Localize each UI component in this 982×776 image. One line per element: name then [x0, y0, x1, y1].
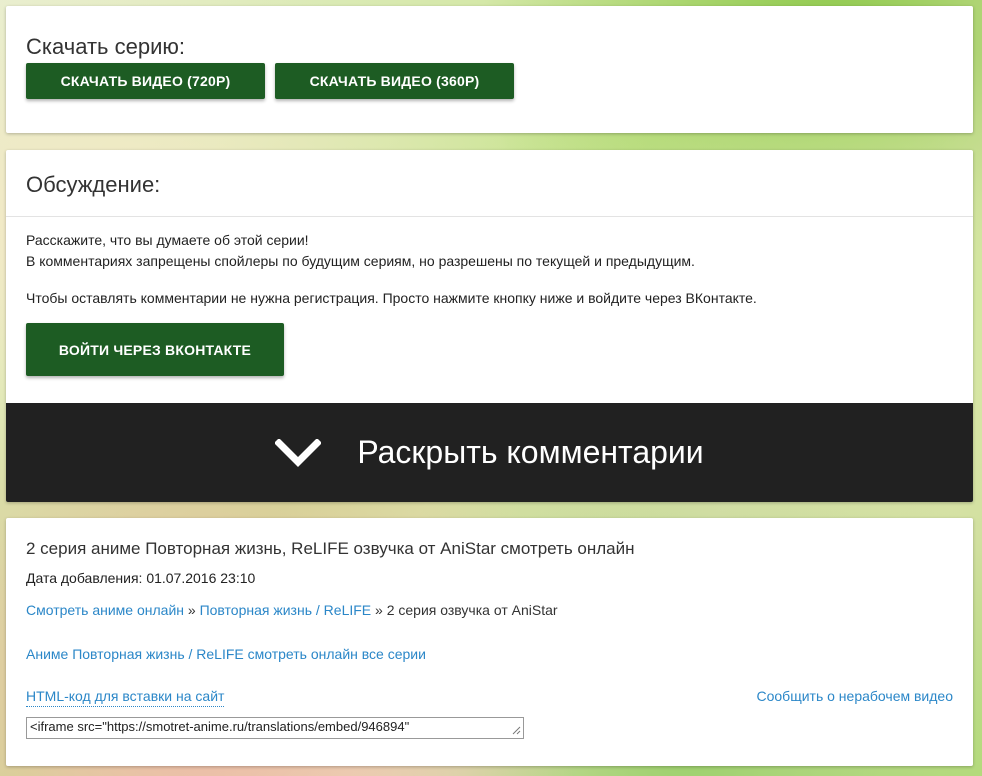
- download-card: Скачать серию: Скачать видео (720p) Скач…: [6, 6, 973, 133]
- episode-info-card: 2 серия аниме Повторная жизнь, ReLIFE оз…: [6, 518, 973, 766]
- vk-login-button[interactable]: Войти через ВКонтакте: [26, 323, 284, 376]
- embed-code-field[interactable]: <iframe src="https://smotret-anime.ru/tr…: [26, 717, 524, 739]
- discussion-title: Обсуждение:: [26, 172, 161, 197]
- episode-title: 2 серия аниме Повторная жизнь, ReLIFE оз…: [26, 539, 635, 558]
- breadcrumb-home-link[interactable]: Смотреть аниме онлайн: [26, 602, 184, 618]
- breadcrumb-separator: »: [187, 602, 196, 618]
- expand-comments-label: Раскрыть комментарии: [357, 434, 704, 470]
- breadcrumb: Смотреть аниме онлайн » Повторная жизнь …: [26, 602, 558, 618]
- expand-comments-bar[interactable]: Раскрыть комментарии: [6, 403, 973, 502]
- html-code-link[interactable]: HTML-код для вставки на сайт: [26, 688, 225, 707]
- breadcrumb-series-link[interactable]: Повторная жизнь / ReLIFE: [200, 602, 372, 618]
- breadcrumb-separator: »: [375, 602, 383, 618]
- discussion-card: Обсуждение: Расскажите, что вы думаете о…: [6, 150, 973, 502]
- added-date: Дата добавления: 01.07.2016 23:10: [26, 570, 256, 586]
- download-720p-button[interactable]: Скачать видео (720p): [26, 63, 265, 99]
- breadcrumb-current: 2 серия озвучка от AniStar: [386, 602, 558, 618]
- download-360p-button[interactable]: Скачать видео (360p): [275, 63, 514, 99]
- discussion-intro-text: Расскажите, что вы думаете об этой серии…: [26, 232, 309, 248]
- download-title: Скачать серию:: [26, 34, 185, 59]
- registration-info-text: Чтобы оставлять комментарии не нужна рег…: [26, 290, 757, 306]
- report-broken-video-link[interactable]: Сообщить о нерабочем видео: [757, 688, 954, 704]
- all-series-link[interactable]: Аниме Повторная жизнь / ReLIFE смотреть …: [26, 646, 426, 662]
- spoiler-rules-text: В комментариях запрещены спойлеры по буд…: [26, 253, 695, 269]
- chevron-down-icon: [275, 438, 322, 467]
- divider: [6, 216, 973, 217]
